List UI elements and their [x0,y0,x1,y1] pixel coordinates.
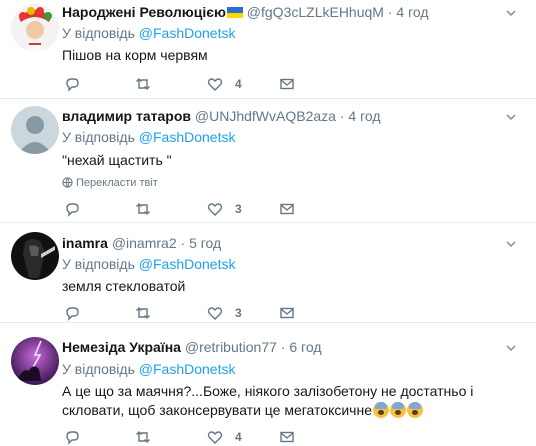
like-button[interactable]: 4 [207,74,242,94]
reply-prefix: У відповідь [62,25,135,41]
mention-link[interactable]: @FashDonetsk [139,129,236,145]
envelope-icon [280,203,294,215]
tweet-text: "нехай щастить " [62,152,172,168]
avatar[interactable] [11,4,59,52]
reply-context: У відповідь @FashDonetsk [62,360,235,378]
avatar[interactable] [11,337,59,385]
avatar[interactable] [11,232,59,280]
reply-icon [66,431,79,445]
chevron-down-icon[interactable] [504,237,518,251]
like-button[interactable]: 3 [207,199,242,219]
username[interactable]: @fgQ3cLZLkEHhuqM [247,4,384,20]
reply-icon [66,78,79,92]
scream-emoji-icon [373,402,389,418]
retweet-icon [136,307,150,319]
display-name[interactable]: inamra [62,235,108,251]
tweet-actions: 4 [62,427,502,446]
separator-dot: · [280,339,286,355]
username[interactable]: @retribution77 [185,339,277,355]
tweet[interactable]: inamra @inamra2 · 5 год У відповідь @Fas… [0,223,536,323]
envelope-icon [280,431,294,443]
username[interactable]: @inamra2 [112,235,177,251]
tweet-header: Народжені Революцією @fgQ3cLZLkEHhuqM · … [62,3,429,21]
scream-emoji-icon [390,402,406,418]
retweet-icon [136,431,150,443]
tweet-text: Пішов на корм червям [62,47,208,63]
tweet[interactable]: Народжені Революцією @fgQ3cLZLkEHhuqM · … [0,0,536,99]
like-button[interactable]: 4 [207,427,242,446]
chevron-down-icon[interactable] [504,341,518,355]
retweet-button[interactable] [135,74,151,94]
reply-prefix: У відповідь [62,256,135,272]
ukraine-flag-icon [226,7,243,18]
display-name[interactable]: владимир татаров [62,108,191,124]
separator-dot: · [387,4,393,20]
like-count: 4 [235,77,242,91]
reply-context: У відповідь @FashDonetsk [62,24,235,42]
tweet-actions: 4 [62,74,502,94]
globe-icon [62,177,73,188]
direct-message-button[interactable] [279,427,295,446]
reply-context: У відповідь @FashDonetsk [62,128,235,146]
direct-message-button[interactable] [279,303,295,323]
retweet-icon [136,78,150,90]
tweet-header: Немезіда Україна @retribution77 · 6 год [62,338,321,356]
translate-link[interactable]: Перекласти твіт [62,176,158,190]
display-name[interactable]: Немезіда Україна [62,339,181,355]
timestamp[interactable]: 6 год [289,339,321,355]
tweet-text: земля стекловатой [62,278,186,294]
tweet[interactable]: Немезіда Україна @retribution77 · 6 год … [0,323,536,446]
avatar[interactable] [11,106,59,154]
tweet-text: А це що за маячня?...Боже, ніякого заліз… [62,382,512,420]
chevron-down-icon[interactable] [504,6,518,20]
translate-label: Перекласти твіт [76,177,158,189]
timestamp[interactable]: 4 год [348,108,380,124]
envelope-icon [280,307,294,319]
mention-link[interactable]: @FashDonetsk [139,25,236,41]
tweet-header: inamra @inamra2 · 5 год [62,234,221,252]
reply-icon [66,307,79,321]
like-count: 4 [235,430,242,444]
timestamp[interactable]: 4 год [396,4,428,20]
tweet-header: владимир татаров @UNJhdfWvAQB2aza · 4 го… [62,107,381,125]
reply-button[interactable] [64,199,80,219]
direct-message-button[interactable] [279,74,295,94]
retweet-button[interactable] [135,427,151,446]
chevron-down-icon[interactable] [504,110,518,124]
tweet-actions: 3 [62,303,502,323]
retweet-button[interactable] [135,303,151,323]
direct-message-button[interactable] [279,199,295,219]
tweet-actions: 3 [62,199,502,219]
reply-button[interactable] [64,303,80,323]
timestamp[interactable]: 5 год [189,235,221,251]
retweet-button[interactable] [135,199,151,219]
like-button[interactable]: 3 [207,303,242,323]
reply-prefix: У відповідь [62,361,135,377]
heart-icon [207,431,223,444]
reply-icon [66,203,79,217]
separator-dot: · [339,108,345,124]
mention-link[interactable]: @FashDonetsk [139,361,236,377]
scream-emoji-icon [407,402,423,418]
like-count: 3 [235,202,242,216]
reply-context: У відповідь @FashDonetsk [62,255,235,273]
separator-dot: · [180,235,186,251]
retweet-icon [136,203,150,215]
display-name[interactable]: Народжені Революцією [62,4,226,20]
tweet[interactable]: владимир татаров @UNJhdfWvAQB2aza · 4 го… [0,99,536,223]
reply-button[interactable] [64,427,80,446]
heart-icon [207,203,223,216]
heart-icon [207,78,223,91]
reply-prefix: У відповідь [62,129,135,145]
envelope-icon [280,78,294,90]
heart-icon [207,307,223,320]
like-count: 3 [235,306,242,320]
reply-button[interactable] [64,74,80,94]
mention-link[interactable]: @FashDonetsk [139,256,236,272]
username[interactable]: @UNJhdfWvAQB2aza [195,108,336,124]
